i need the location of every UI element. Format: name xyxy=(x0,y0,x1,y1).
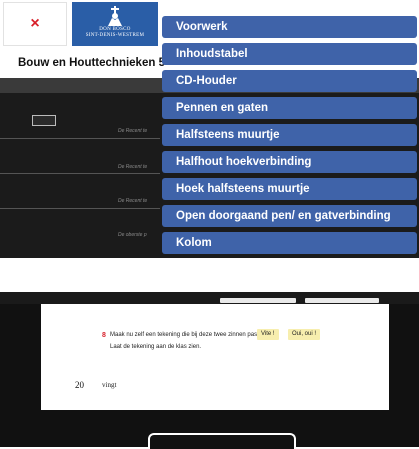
phrase-chip: Vite ! xyxy=(257,329,279,340)
don-bosco-emblem-icon xyxy=(108,6,122,26)
chapter-item-open-doorgaand-pen-en-gatverbinding[interactable]: Open doorgaand pen/ en gatverbinding xyxy=(162,205,417,227)
chapter-item-halfsteens-muurtje[interactable]: Halfsteens muurtje xyxy=(162,124,417,146)
preview-page-box xyxy=(32,115,56,126)
phrase-chip: Oui, oui ! xyxy=(288,329,321,340)
chapter-item-halfhout-hoekverbinding[interactable]: Halfhout hoekverbinding xyxy=(162,151,417,173)
preview-snippet: De Recent te xyxy=(118,164,148,170)
chapter-item-pennen-en-gaten[interactable]: Pennen en gaten xyxy=(162,97,417,119)
viewer-toolbar xyxy=(0,292,419,304)
chapter-item-kolom[interactable]: Kolom xyxy=(162,232,417,254)
viewer-tab[interactable] xyxy=(220,298,296,303)
exercise-instruction: Maak nu zelf een tekening die bij deze t… xyxy=(110,332,261,338)
close-button[interactable]: × xyxy=(3,2,67,46)
textbook-page: 8 Maak nu zelf een tekening die bij deze… xyxy=(41,304,389,410)
textbook-viewer: 8 Maak nu zelf een tekening die bij deze… xyxy=(0,292,419,449)
school-logo[interactable]: DON BOSCO SINT-DENIS-WESTREM xyxy=(72,2,158,46)
exercise-number: 8 xyxy=(102,332,106,339)
chapter-item-voorwerk[interactable]: Voorwerk xyxy=(162,16,417,38)
exercise-instruction-2: Laat de tekening aan de klas zien. xyxy=(110,344,202,350)
logo-text-line2: SINT-DENIS-WESTREM xyxy=(85,33,145,38)
preview-snippet: De Recent te xyxy=(118,128,148,134)
chapter-item-cd-houder[interactable]: CD-Houder xyxy=(162,70,417,92)
chapter-item-inhoudstabel[interactable]: Inhoudstabel xyxy=(162,43,417,65)
chapter-item-hoek-halfsteens-muurtje[interactable]: Hoek halfsteens muurtje xyxy=(162,178,417,200)
preview-snippet: De Recent te xyxy=(118,198,148,204)
preview-line xyxy=(0,173,160,174)
chapter-dropdown[interactable]: Voorwerk Inhoudstabel CD-Houder Pennen e… xyxy=(162,16,419,258)
preview-line xyxy=(0,208,160,209)
page-number: 20 xyxy=(75,380,84,390)
book-title: Bouw en Houttechnieken 5 xyxy=(18,57,165,69)
page-word: vingt xyxy=(102,381,117,389)
preview-line xyxy=(0,138,160,139)
viewer-tab[interactable] xyxy=(305,298,379,303)
preview-snippet: De oberste p xyxy=(118,232,147,238)
close-icon: × xyxy=(30,15,40,32)
